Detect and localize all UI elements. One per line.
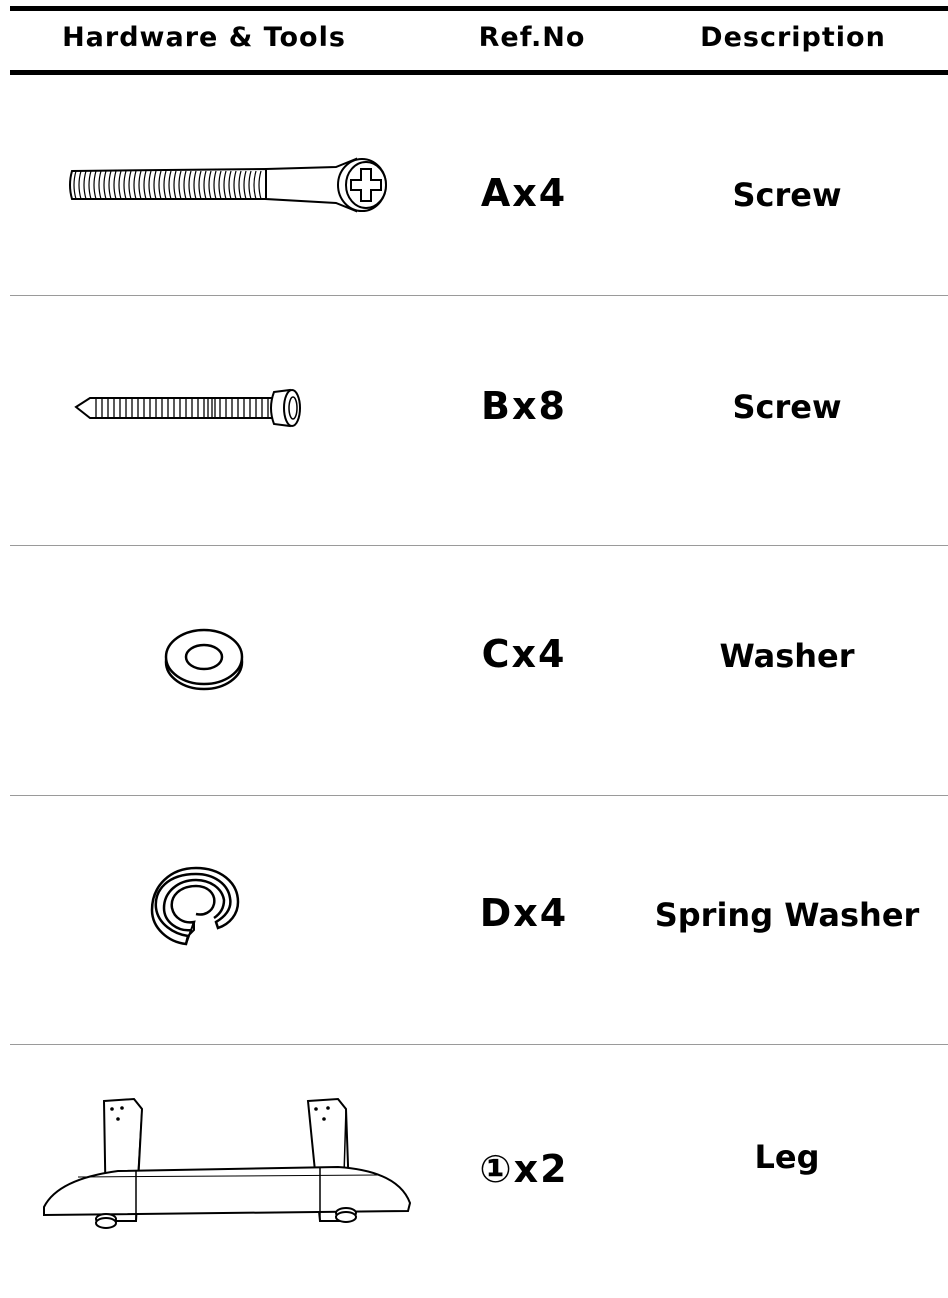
table-row: Dx4 Spring Washer xyxy=(0,796,948,1044)
flat-washer-icon xyxy=(162,626,246,692)
spring-washer-icon xyxy=(150,864,242,948)
header-hardware-tools: Hardware & Tools xyxy=(62,22,346,53)
ref-no-d: Dx4 xyxy=(479,891,569,935)
description-d: Spring Washer xyxy=(654,896,920,934)
table-row: Cx4 Washer xyxy=(0,546,948,795)
leg-bracket-icon xyxy=(38,1095,416,1235)
pan-head-wood-screw-icon xyxy=(74,386,306,430)
description-a: Screw xyxy=(732,176,842,214)
table-row: ①x2 Leg xyxy=(0,1045,948,1298)
description-c: Washer xyxy=(719,637,855,675)
description-b: Screw xyxy=(732,388,842,426)
header-ref-no: Ref.No xyxy=(478,22,586,53)
table-row: Ax4 Screw xyxy=(0,75,948,295)
ref-no-b: Bx8 xyxy=(481,384,567,428)
table-row: Bx8 Screw xyxy=(0,296,948,545)
long-countersunk-screw-icon xyxy=(66,155,396,215)
ref-no-a: Ax4 xyxy=(480,171,568,215)
ref-no-c: Cx4 xyxy=(481,632,567,676)
ref-no-1: ①x2 xyxy=(479,1147,569,1191)
table-top-rule xyxy=(10,6,948,11)
header-description: Description xyxy=(700,22,886,53)
description-leg: Leg xyxy=(754,1138,820,1176)
